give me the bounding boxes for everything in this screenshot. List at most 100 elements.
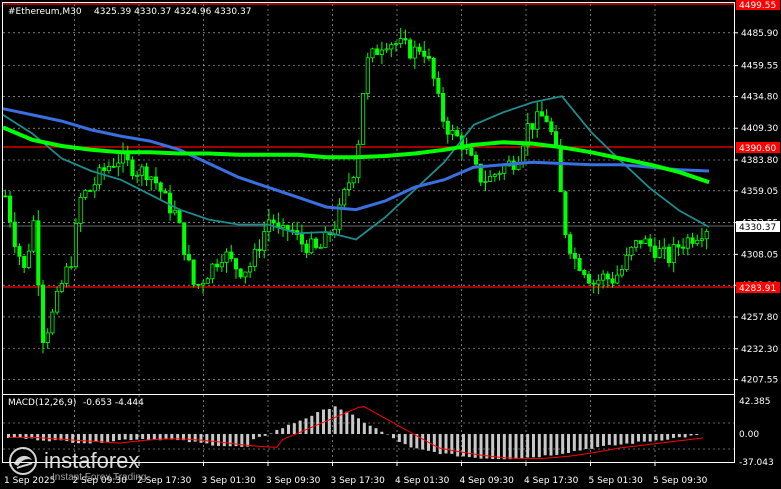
- macd-bar: [491, 434, 495, 459]
- macd-bar: [485, 434, 489, 459]
- candle-body: [78, 197, 83, 224]
- candle-body: [483, 181, 488, 183]
- symbol-label: #Ethereum,M30: [8, 7, 82, 17]
- macd-bar: [269, 433, 273, 434]
- candle-body: [403, 38, 408, 41]
- macd-bar: [333, 406, 337, 434]
- macd-bar: [199, 434, 203, 443]
- time-tick: 3 Sep 17:30: [331, 476, 386, 486]
- macd-bar: [432, 434, 436, 452]
- candle-body: [210, 263, 215, 280]
- candle-body: [172, 209, 177, 214]
- candle-body: [652, 245, 657, 258]
- macd-bar: [88, 434, 92, 444]
- candle-body: [591, 282, 596, 285]
- ohlc-label: 4325.39 4330.37 4324.96 4330.37: [94, 7, 251, 17]
- candle-body: [393, 43, 399, 46]
- macd-bar: [549, 434, 553, 456]
- candle-body: [26, 250, 31, 268]
- macd-bar: [409, 434, 413, 448]
- macd-bar: [211, 434, 215, 446]
- candle-body: [389, 44, 394, 50]
- candle-body: [229, 251, 234, 260]
- candle-body: [200, 282, 206, 286]
- macd-bar: [316, 412, 320, 434]
- time-tick: 4 Sep 17:30: [524, 476, 579, 486]
- macd-bar: [310, 415, 314, 434]
- candle-body: [605, 273, 610, 280]
- macd-bar: [555, 434, 559, 455]
- macd-bar: [403, 434, 407, 445]
- macd-bar: [252, 434, 255, 440]
- candle-body: [243, 271, 248, 278]
- candle-body: [309, 238, 314, 254]
- candle-body: [280, 225, 286, 229]
- price-chart[interactable]: #Ethereum,M30 4325.39 4330.37 4324.96 43…: [0, 0, 781, 489]
- candle-body: [88, 190, 93, 192]
- macd-bar: [520, 434, 524, 459]
- candle-body: [97, 167, 102, 186]
- tag-resistance: 4499.55: [739, 1, 776, 11]
- macd-bar: [71, 434, 75, 443]
- candle-body: [361, 93, 366, 145]
- candle-body: [346, 182, 351, 190]
- candle-body: [219, 262, 224, 268]
- macd-tick-top: 42.385: [739, 397, 771, 407]
- candle-body: [497, 172, 502, 176]
- candle-body: [610, 278, 615, 284]
- candle-body: [666, 246, 672, 263]
- price-tick: 4485.90: [741, 29, 778, 39]
- tag-current-price: 4330.37: [739, 223, 776, 233]
- macd-bar: [24, 434, 28, 439]
- macd-bar: [631, 434, 635, 444]
- candle-body: [615, 274, 620, 284]
- macd-bar: [397, 434, 401, 442]
- macd-bar: [147, 434, 150, 440]
- candle-body: [50, 311, 55, 334]
- candle-body: [539, 111, 544, 117]
- macd-tick-zero: 0.00: [739, 430, 759, 440]
- candle-body: [699, 238, 704, 241]
- macd-bar: [625, 434, 629, 444]
- macd-bar: [392, 434, 395, 439]
- candle-body: [69, 266, 74, 269]
- candle-body: [370, 48, 375, 59]
- macd-bar: [135, 434, 139, 440]
- macd-bar: [42, 434, 45, 441]
- candle-body: [64, 266, 69, 284]
- macd-bar: [572, 434, 576, 451]
- macd-bar: [666, 434, 670, 440]
- macd-bar: [275, 429, 279, 434]
- time-tick: 4 Sep 09:30: [460, 476, 515, 486]
- candle-body: [422, 50, 427, 57]
- macd-bar: [508, 434, 512, 460]
- candle-body: [233, 258, 239, 270]
- macd-bar: [613, 434, 617, 446]
- macd-bar: [281, 428, 285, 434]
- candle-body: [695, 239, 700, 244]
- macd-bar: [123, 434, 127, 440]
- candle-body: [671, 244, 676, 263]
- candle-body: [168, 192, 173, 214]
- candle-body: [629, 246, 634, 256]
- candle-body: [572, 252, 577, 259]
- macd-bar: [263, 434, 267, 436]
- candle-body: [8, 195, 13, 223]
- macd-bar: [607, 434, 611, 445]
- candle-body: [186, 254, 191, 261]
- candle-body: [323, 231, 328, 248]
- macd-bar: [642, 434, 646, 442]
- macd-bar: [345, 411, 349, 434]
- candle-body: [163, 190, 168, 194]
- macd-values: -0.653 -4.444: [83, 398, 144, 408]
- candle-body: [248, 266, 253, 273]
- candle-body: [252, 248, 257, 267]
- candle-body: [205, 278, 210, 284]
- candle-body: [102, 167, 107, 171]
- candle-body: [299, 234, 304, 245]
- candle-body: [139, 166, 144, 176]
- macd-bar: [444, 434, 448, 454]
- macd-bar: [514, 434, 518, 459]
- macd-bar: [287, 424, 290, 434]
- candle-body: [455, 130, 460, 137]
